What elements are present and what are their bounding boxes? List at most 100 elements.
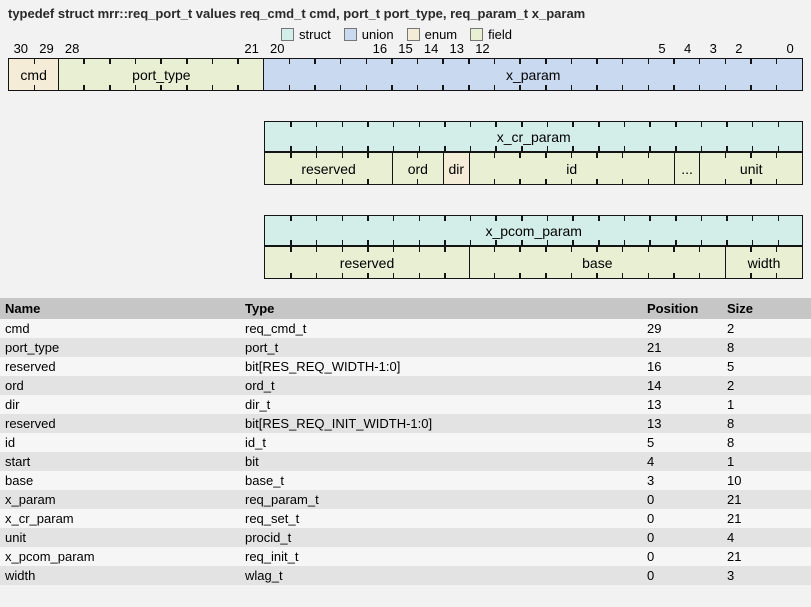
cell-label: x_param: [506, 67, 560, 83]
table-header-size[interactable]: Size: [727, 301, 811, 316]
table-header-name[interactable]: Name: [0, 301, 245, 316]
bit-tick: [571, 59, 573, 64]
table-header-type[interactable]: Type: [245, 301, 647, 316]
field-cell-x_param[interactable]: x_param: [264, 58, 803, 91]
bit-tick: [622, 179, 624, 184]
bit-tick: [494, 59, 496, 64]
bit-tick: [393, 273, 395, 278]
cell-size: 3: [727, 568, 811, 583]
table-row-x_param[interactable]: x_paramreq_param_t021: [0, 490, 811, 509]
bit-tick: [622, 247, 624, 252]
bit-tick: [186, 59, 188, 64]
bit-tick: [598, 216, 600, 221]
cell-position: 16: [647, 359, 727, 374]
bit-tick: [545, 179, 547, 184]
cell-position: 3: [647, 473, 727, 488]
bit-tick: [393, 240, 395, 245]
bit-tick: [366, 85, 368, 90]
field-cell-dots[interactable]: ...: [675, 152, 701, 185]
bit-tick: [468, 59, 470, 64]
cell-label: unit: [740, 161, 763, 177]
bit-tick: [316, 179, 318, 184]
bit-tick: [495, 216, 497, 221]
field-cell-ord[interactable]: ord: [393, 152, 444, 185]
cell-name: reserved: [0, 416, 245, 431]
table-row-reserved[interactable]: reservedbit[RES_REQ_WIDTH-1:0]165: [0, 357, 811, 376]
cell-name: start: [0, 454, 245, 469]
table-row-dir[interactable]: dirdir_t131: [0, 395, 811, 414]
bit-tick: [290, 122, 292, 127]
bit-tick: [725, 59, 727, 64]
table-row-id[interactable]: idid_t58: [0, 433, 811, 452]
bit-tick: [290, 240, 292, 245]
table-row-base[interactable]: basebase_t310: [0, 471, 811, 490]
table-row-x_pcom_param[interactable]: x_pcom_paramreq_init_t021: [0, 547, 811, 566]
field-cell-unit[interactable]: unit: [700, 152, 803, 185]
bit-tick: [752, 146, 754, 151]
bit-tick: [290, 179, 292, 184]
cell-label: x_pcom_param: [485, 223, 582, 239]
cell-position: 4: [647, 454, 727, 469]
bit-tick: [726, 122, 728, 127]
bit-tick: [545, 247, 547, 252]
field-cell-port_type[interactable]: port_type: [59, 58, 264, 91]
bit-tick: [726, 216, 728, 221]
field-cell-reserved[interactable]: reserved: [264, 152, 392, 185]
cell-position: 21: [647, 340, 727, 355]
field-cell-width[interactable]: width: [726, 246, 803, 279]
cell-size: 2: [727, 378, 811, 393]
bit-tick: [648, 59, 650, 64]
bit-tick: [393, 247, 395, 252]
field-cell-dir[interactable]: dir: [444, 152, 470, 185]
bit-tick: [572, 240, 574, 245]
cell-size: 5: [727, 359, 811, 374]
bit-tick: [622, 85, 624, 90]
bit-tick: [726, 240, 728, 245]
bit-tick: [776, 85, 778, 90]
bit-tick: [289, 85, 291, 90]
bit-tick: [521, 216, 523, 221]
bit-tick: [750, 247, 752, 252]
bit-tick: [444, 273, 446, 278]
bit-tick: [342, 179, 344, 184]
field-cell-cmd[interactable]: cmd: [8, 58, 59, 91]
bit-tick: [519, 85, 521, 90]
table-row-width[interactable]: widthwlag_t03: [0, 566, 811, 585]
table-row-x_cr_param[interactable]: x_cr_paramreq_set_t021: [0, 509, 811, 528]
cell-size: 21: [727, 511, 811, 526]
cell-name: x_cr_param: [0, 511, 245, 526]
cell-position: 0: [647, 530, 727, 545]
struct-header-cell-x_cr_param[interactable]: x_cr_param: [264, 121, 803, 152]
bit-tick: [776, 247, 778, 252]
cell-type: req_cmd_t: [245, 321, 647, 336]
table-row-port_type[interactable]: port_typeport_t218: [0, 338, 811, 357]
table-row-unit[interactable]: unitprocid_t04: [0, 528, 811, 547]
field-cell-id[interactable]: id: [470, 152, 675, 185]
table-header-position[interactable]: Position: [647, 301, 727, 316]
cell-position: 14: [647, 378, 727, 393]
bit-tick: [417, 85, 419, 90]
bit-tick: [109, 85, 111, 90]
table-row-start[interactable]: startbit41: [0, 452, 811, 471]
field-cell-reserved[interactable]: reserved: [264, 246, 469, 279]
bit-tick: [470, 216, 472, 221]
bit-tick: [342, 247, 344, 252]
table-row-cmd[interactable]: cmdreq_cmd_t292: [0, 319, 811, 338]
bit-tick: [750, 85, 752, 90]
table-row-ord[interactable]: ordord_t142: [0, 376, 811, 395]
bit-tick: [340, 59, 342, 64]
bit-tick: [675, 146, 677, 151]
bit-tick: [289, 59, 291, 64]
table-row-reserved[interactable]: reservedbit[RES_REQ_INIT_WIDTH-1:0]138: [0, 414, 811, 433]
cell-size: 4: [727, 530, 811, 545]
bit-tick: [521, 240, 523, 245]
bit-tick: [596, 179, 598, 184]
bit-tick: [316, 122, 318, 127]
field-cell-base[interactable]: base: [470, 246, 726, 279]
bit-tick: [34, 85, 36, 90]
struct-header-cell-x_pcom_param[interactable]: x_pcom_param: [264, 215, 803, 246]
bit-tick: [649, 216, 651, 221]
bit-tick: [519, 247, 521, 252]
bit-tick: [673, 247, 675, 252]
bit-tick: [290, 216, 292, 221]
